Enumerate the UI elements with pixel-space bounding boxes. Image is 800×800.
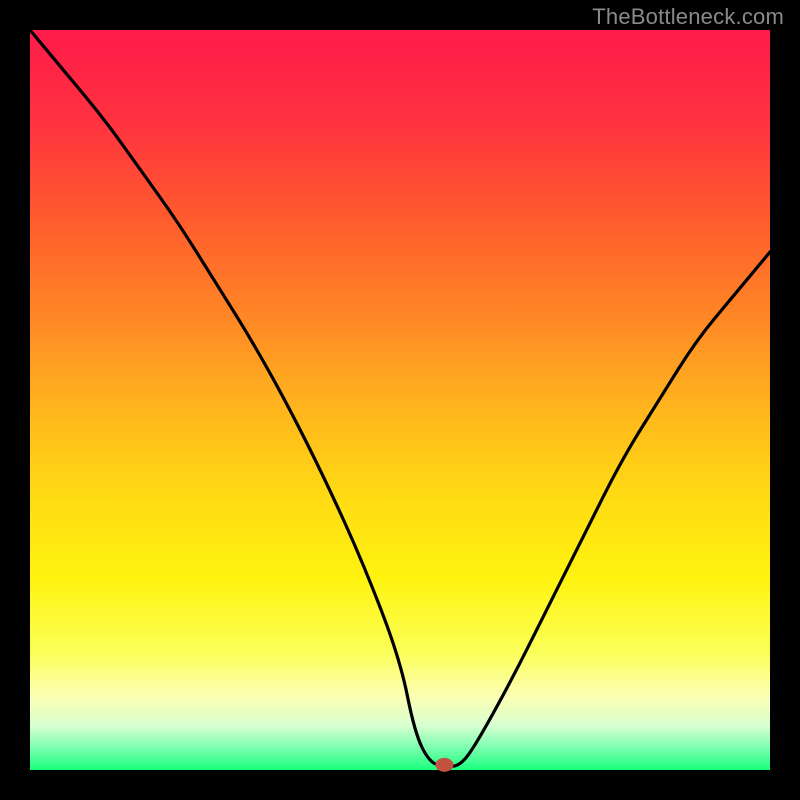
bottleneck-chart — [0, 0, 800, 800]
optimal-marker — [435, 758, 453, 772]
chart-frame: TheBottleneck.com — [0, 0, 800, 800]
watermark-text: TheBottleneck.com — [592, 4, 784, 30]
